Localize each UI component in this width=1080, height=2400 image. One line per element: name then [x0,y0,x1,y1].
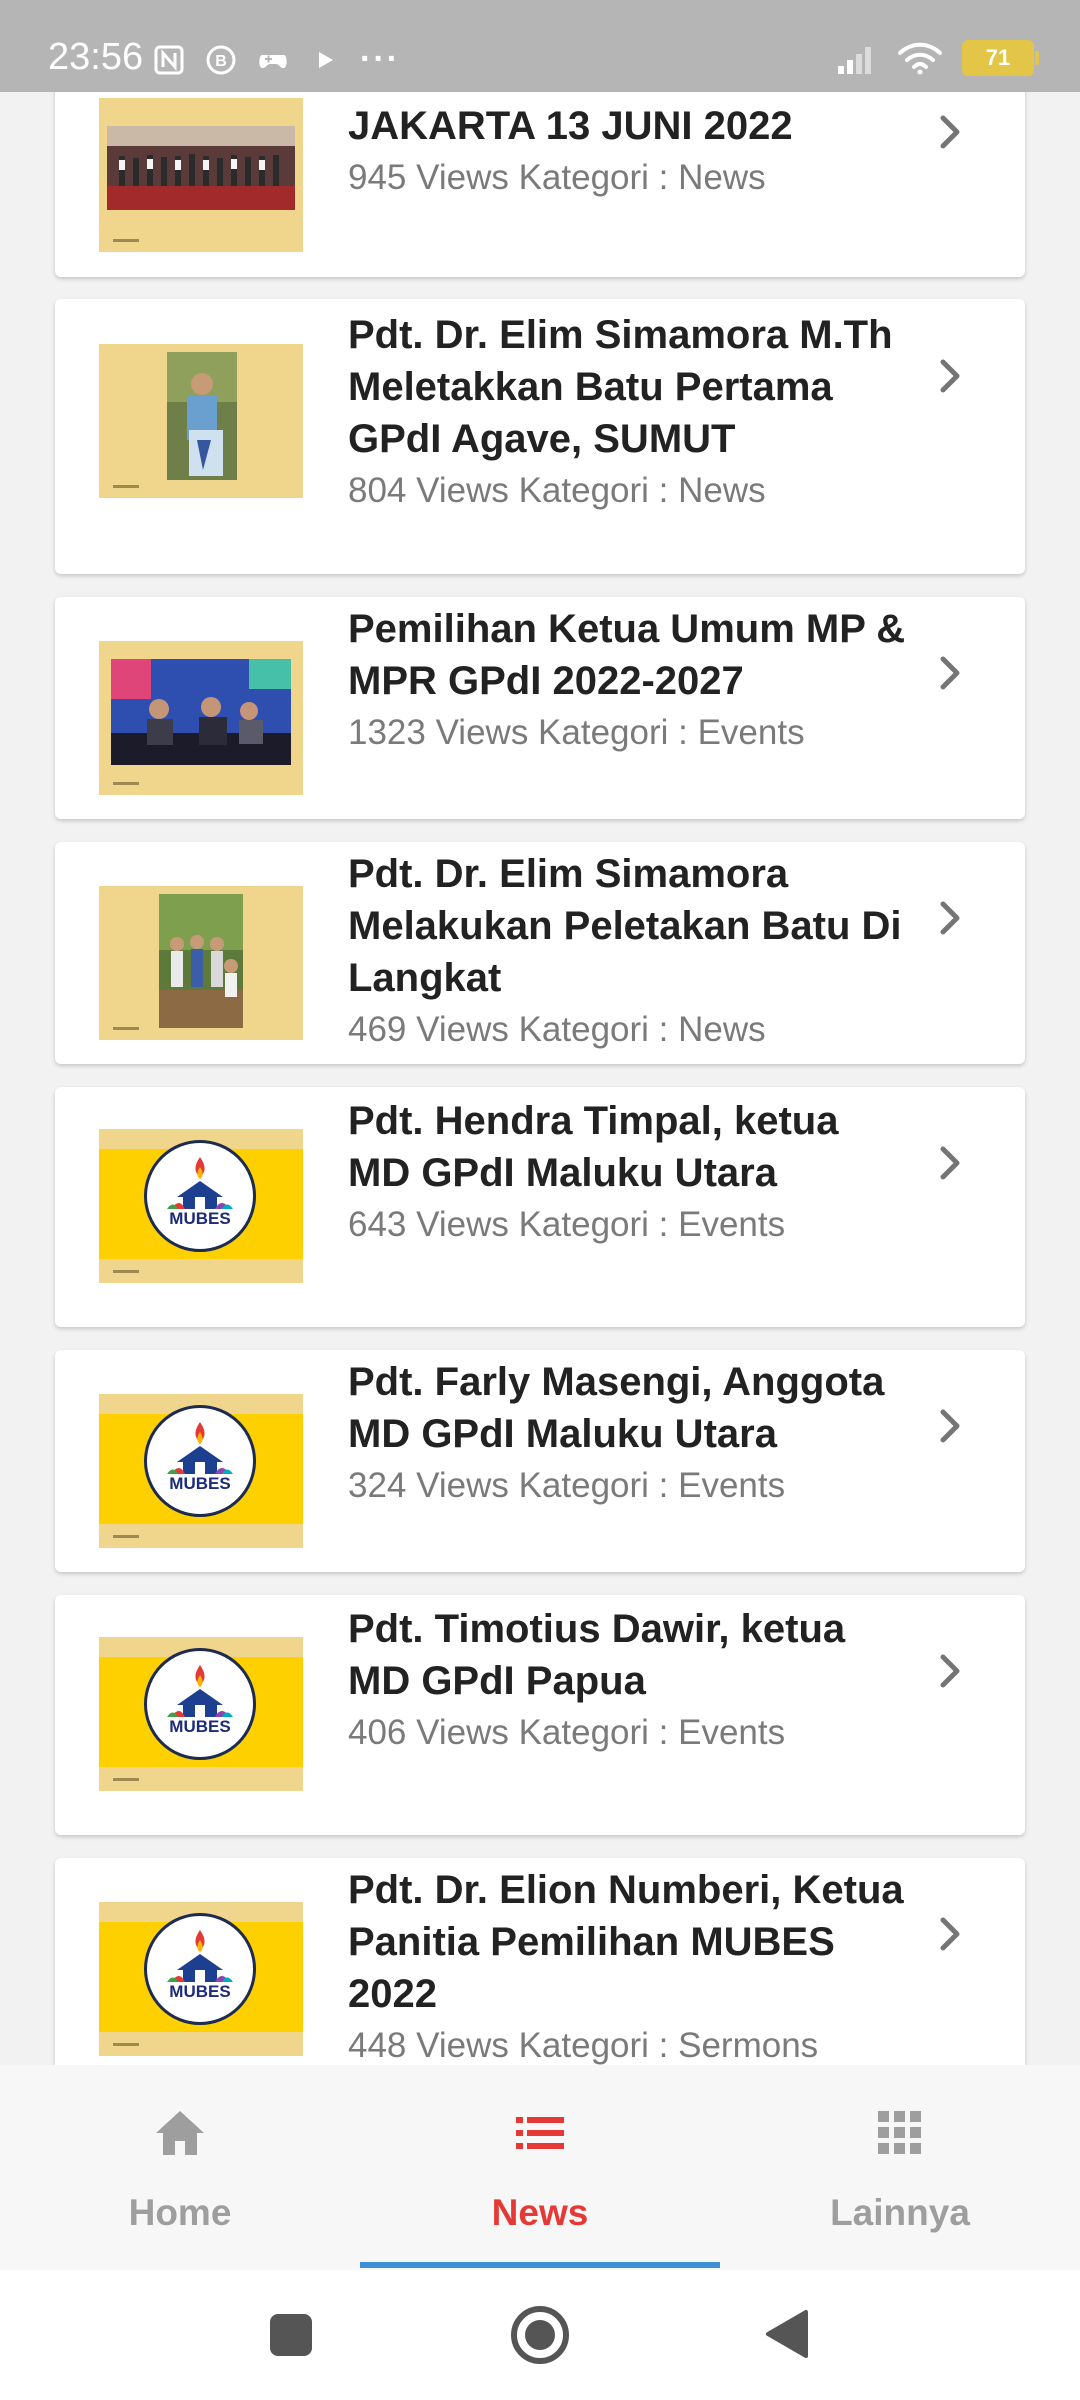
more-notifications: ··· [360,40,400,78]
news-meta: 469 Views Kategori : News [348,1010,766,1049]
news-thumbnail [99,98,303,252]
chevron-right-icon [940,359,960,393]
news-thumbnail: MUBES [99,1394,303,1548]
news-card[interactable]: MUBES Pdt. Timotius Dawir, ketua MD GPdI… [55,1595,1025,1835]
news-title: Pdt. Dr. Elim Simamora Melakukan Peletak… [348,852,902,1000]
mubes-logo: MUBES [144,1140,256,1252]
chevron-right-icon [940,656,960,690]
mubes-logo: MUBES [144,1913,256,2025]
b-circle-icon: B [206,45,236,74]
nav-label-lainnya: Lainnya [830,2192,970,2233]
nav-label-home: Home [128,2192,232,2233]
status-bar: 23:56 B ··· 71 [0,0,1080,92]
event-hall-photo [107,126,295,210]
news-card[interactable]: MUBES Pdt. Dr. Elion Numberi, Ketua Pani… [55,1858,1025,2065]
news-title: Pdt. Timotius Dawir, ketua MD GPdI Papua [348,1607,846,1703]
status-time: 23:56 [48,36,144,78]
recents-button[interactable] [268,2312,314,2358]
news-title: Pdt. Farly Masengi, Anggota MD GPdI Malu… [348,1360,885,1456]
news-thumbnail [99,344,303,498]
home-button[interactable] [509,2304,571,2366]
news-thumbnail: MUBES [99,1129,303,1283]
list-icon [516,2117,564,2149]
nav-label-news: News [491,2192,589,2233]
news-meta: 406 Views Kategori : Events [348,1713,786,1752]
play-icon [319,51,333,68]
bottom-navigation: Home News Lainnya [0,2065,1080,2270]
news-card[interactable]: Pdt. Dr. Elim Simamora Melakukan Peletak… [55,842,1025,1064]
wifi-icon [898,42,942,75]
nfc-icon [154,45,184,74]
news-title: Pdt. Dr. Elion Numberi, Ketua Panitia Pe… [348,1868,904,2016]
news-thumbnail: MUBES [99,1902,303,2056]
news-list[interactable]: MUSYAWARAH DAERAH DKI JAKARTA 13 JUNI 20… [0,0,1080,2065]
battery-icon: 71 [962,40,1039,76]
signal-icon [838,47,871,74]
svg-text:B: B [215,53,227,70]
chevron-right-icon [940,1409,960,1443]
news-card[interactable]: MUBES Pdt. Farly Masengi, Anggota MD GPd… [55,1350,1025,1572]
chevron-right-icon [940,1654,960,1688]
nav-item-home[interactable]: Home [0,2065,360,2270]
news-card[interactable]: Pemilihan Ketua Umum MP & MPR GPdI 2022-… [55,597,1025,819]
chevron-right-icon [940,1917,960,1951]
chevron-right-icon [940,901,960,935]
system-navigation-bar [0,2270,1080,2400]
news-title: Pdt. Dr. Elim Simamora M.Th Meletakkan B… [348,313,893,461]
news-meta: 448 Views Kategori : Sermons [348,2026,819,2065]
active-tab-indicator [360,2262,720,2268]
gamepad-icon [259,54,287,68]
news-meta: 643 Views Kategori : Events [348,1205,786,1244]
news-thumbnail: MUBES [99,1637,303,1791]
outdoor-photo [159,894,243,1028]
mubes-logo: MUBES [144,1648,256,1760]
news-meta: 804 Views Kategori : News [348,471,766,510]
news-title: Pemilihan Ketua Umum MP & MPR GPdI 2022-… [348,607,906,703]
news-card[interactable]: MUBES Pdt. Hendra Timpal, ketua MD GPdI … [55,1087,1025,1327]
stage-photo [111,659,291,765]
news-meta: 324 Views Kategori : Events [348,1466,786,1505]
chevron-right-icon [940,115,960,149]
home-icon [156,2111,204,2155]
battery-level: 71 [985,45,1011,70]
speaker-photo [167,352,237,480]
news-meta: 1323 Views Kategori : Events [348,713,805,752]
news-thumbnail [99,886,303,1040]
news-meta: 945 Views Kategori : News [348,158,766,197]
news-card[interactable]: Pdt. Dr. Elim Simamora M.Th Meletakkan B… [55,299,1025,574]
news-thumbnail [99,641,303,795]
news-title: Pdt. Hendra Timpal, ketua MD GPdI Maluku… [348,1099,839,1195]
nav-item-news[interactable]: News [360,2065,720,2270]
grid-icon [878,2111,921,2154]
mubes-logo: MUBES [144,1405,256,1517]
chevron-right-icon [940,1146,960,1180]
nav-item-lainnya[interactable]: Lainnya [720,2065,1080,2270]
back-button[interactable] [762,2308,810,2360]
